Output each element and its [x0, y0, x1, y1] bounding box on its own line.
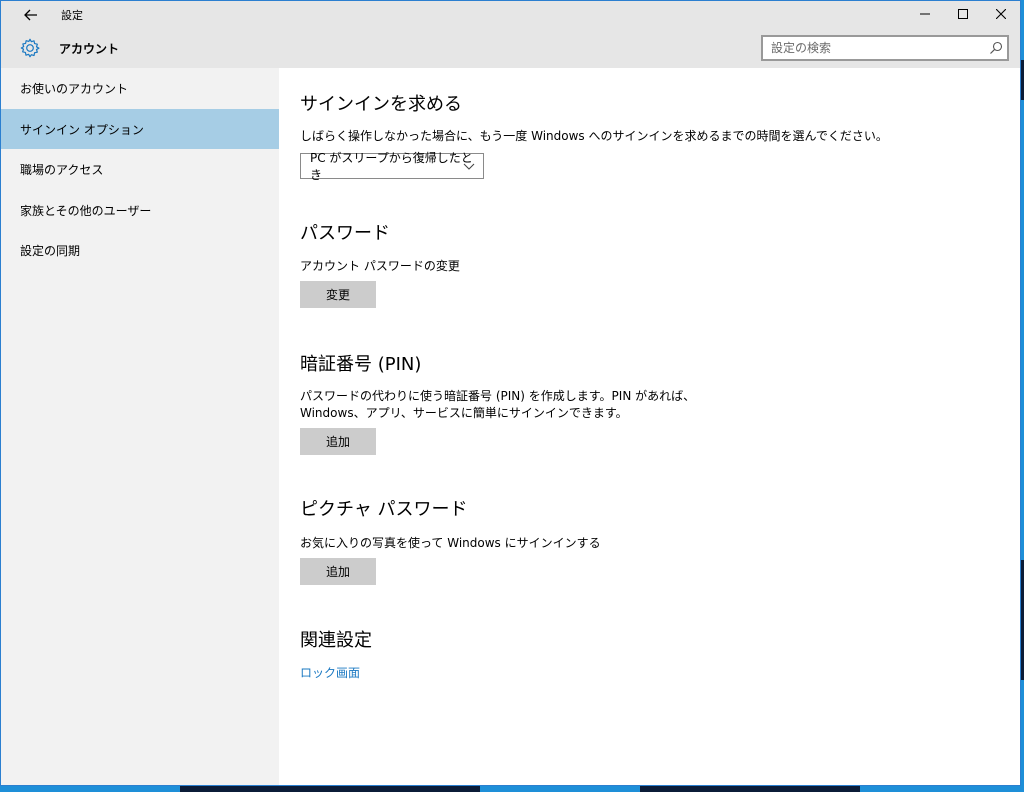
sidebar-item-your-account[interactable]: お使いのアカウント [1, 68, 279, 108]
back-button[interactable] [17, 3, 45, 27]
password-description: アカウント パスワードの変更 [300, 259, 460, 273]
minimize-button[interactable] [905, 1, 945, 27]
sidebar-item-work-access[interactable]: 職場のアクセス [1, 149, 279, 189]
section-heading-require-signin: サインインを求める [300, 94, 462, 115]
back-arrow-icon [24, 9, 37, 21]
gear-icon [20, 38, 40, 58]
sidebar-item-family[interactable]: 家族とその他のユーザー [1, 190, 279, 230]
maximize-icon [958, 9, 968, 19]
add-pin-button[interactable]: 追加 [300, 428, 376, 455]
search-input[interactable] [763, 37, 999, 59]
desktop-background [180, 786, 480, 792]
pin-description-line2: Windows、アプリ、サービスに簡単にサインインできます。 [300, 406, 628, 420]
app-name: アカウント [59, 42, 120, 56]
search-icon[interactable] [989, 41, 1003, 55]
chevron-down-icon [463, 163, 475, 170]
section-heading-related-settings: 関連設定 [300, 630, 372, 651]
add-picture-password-button[interactable]: 追加 [300, 558, 376, 585]
sidebar-item-signin-options[interactable]: サインイン オプション [1, 109, 279, 149]
change-password-button[interactable]: 変更 [300, 281, 376, 308]
search-box [761, 35, 1009, 61]
dropdown-value: PC がスリープから復帰したとき [310, 151, 473, 182]
picture-password-description: お気に入りの写真を使って Windows にサインインする [300, 536, 601, 550]
maximize-button[interactable] [943, 1, 983, 27]
section-heading-password: パスワード [300, 223, 390, 244]
require-signin-description: しばらく操作しなかった場合に、もう一度 Windows へのサインインを求めるま… [300, 129, 888, 143]
section-heading-picture-password: ピクチャ パスワード [300, 499, 468, 520]
lock-screen-link[interactable]: ロック画面 [300, 664, 360, 681]
minimize-icon [920, 13, 930, 15]
close-icon [996, 9, 1006, 19]
sidebar-item-sync[interactable]: 設定の同期 [1, 230, 279, 270]
window-title: 設定 [61, 9, 83, 22]
close-button[interactable] [981, 1, 1020, 27]
pin-description-line1: パスワードの代わりに使う暗証番号 (PIN) を作成します。PIN があれば、 [300, 389, 696, 403]
desktop-background [640, 786, 860, 792]
settings-window: 設定 アカウント お [0, 0, 1021, 786]
title-bar: 設定 アカウント [1, 1, 1020, 68]
sidebar: お使いのアカウント サインイン オプション 職場のアクセス 家族とその他のユーザ… [1, 68, 279, 785]
section-heading-pin: 暗証番号 (PIN) [300, 354, 422, 375]
require-signin-dropdown[interactable]: PC がスリープから復帰したとき [300, 151, 484, 182]
